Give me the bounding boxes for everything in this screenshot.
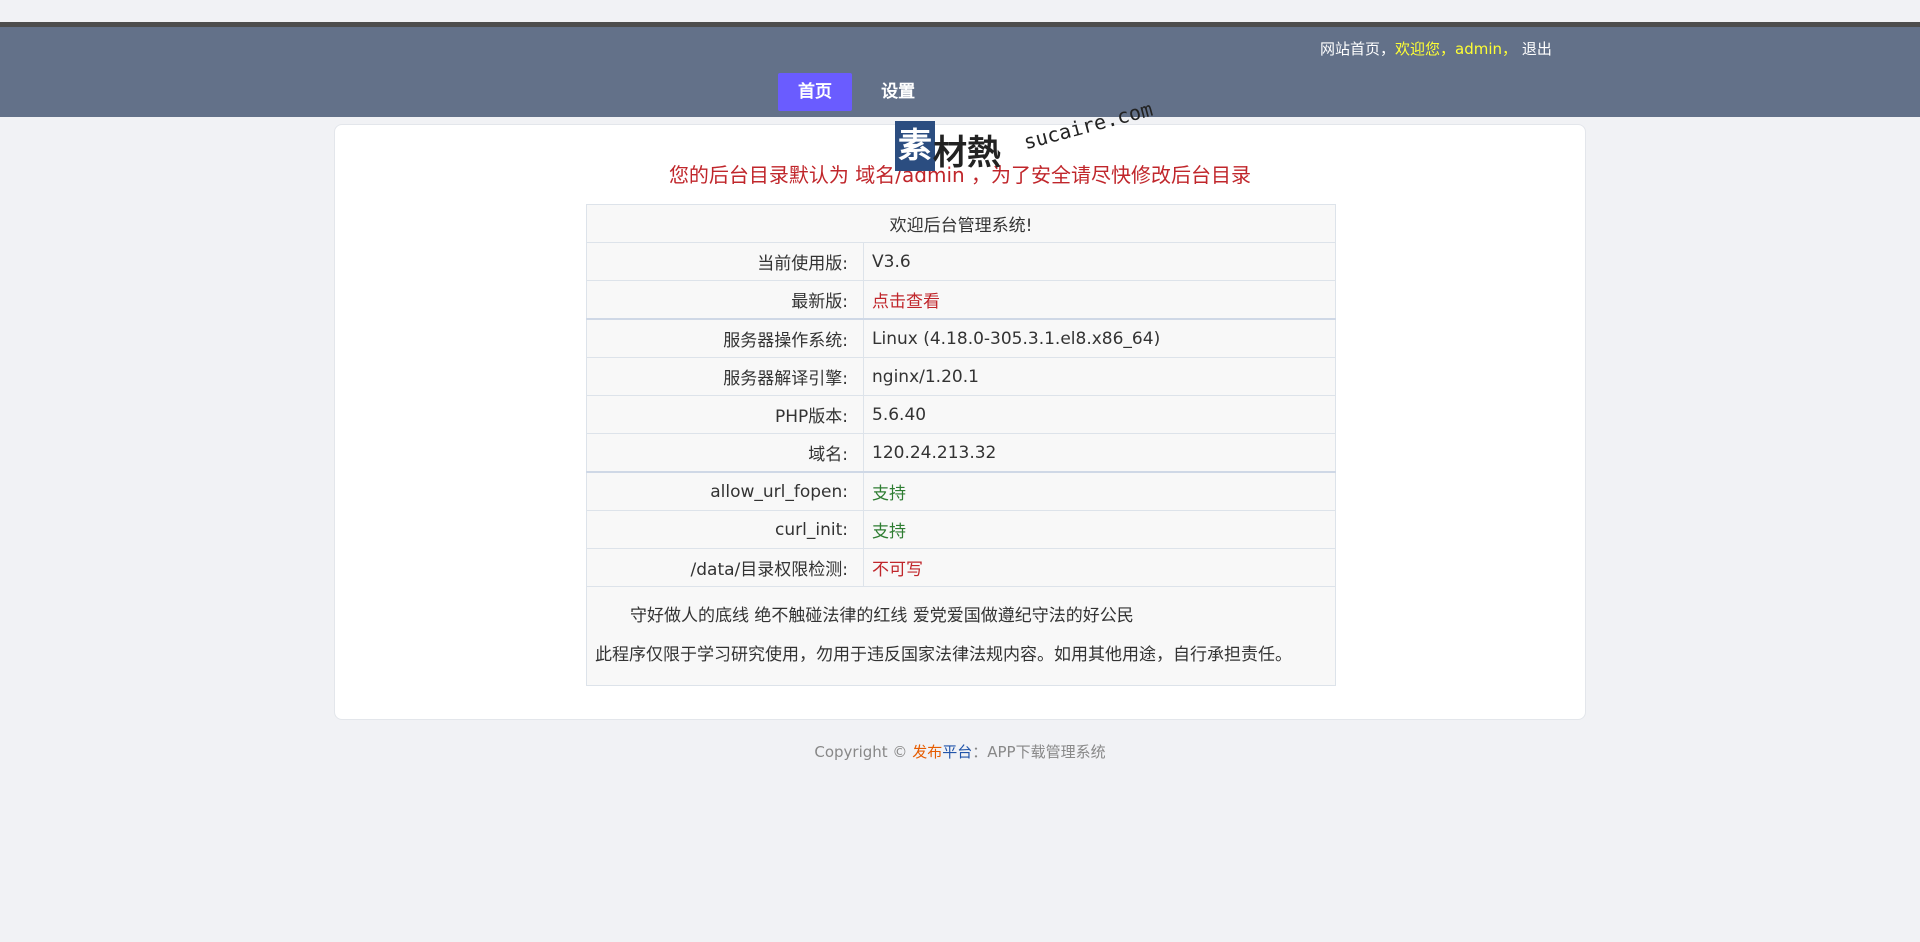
table-title: 欢迎后台管理系统! bbox=[586, 204, 1336, 243]
row-label: 最新版: bbox=[586, 280, 864, 320]
table-row: allow_url_fopen: 支持 bbox=[586, 471, 1336, 511]
row-label: 域名: bbox=[586, 433, 864, 473]
watermark-text: 材熱 bbox=[933, 133, 1001, 173]
nav-tab-home[interactable]: 首页 bbox=[778, 73, 852, 111]
top-links: 网站首页，欢迎您，admin， 退出 bbox=[1320, 38, 1552, 59]
row-label: 当前使用版: bbox=[586, 242, 864, 281]
row-label: allow_url_fopen: bbox=[586, 471, 864, 511]
header-bar: 网站首页，欢迎您，admin， 退出 首页 设置 bbox=[0, 27, 1920, 117]
check-latest-link[interactable]: 点击查看 bbox=[863, 280, 1336, 320]
table-row: curl_init: 支持 bbox=[586, 510, 1336, 549]
table-row: /data/目录权限检测: 不可写 bbox=[586, 548, 1336, 587]
row-value: 支持 bbox=[863, 510, 1336, 549]
row-value: 不可写 bbox=[863, 548, 1336, 587]
nav-tab-settings[interactable]: 设置 bbox=[861, 73, 935, 111]
table-row: PHP版本: 5.6.40 bbox=[586, 395, 1336, 434]
table-row: 当前使用版: V3.6 bbox=[586, 242, 1336, 281]
disclaimer-cell: 守好做人的底线 绝不触碰法律的红线 爱党爱国做遵纪守法的好公民 此程序仅限于学习… bbox=[586, 586, 1336, 686]
footer-system-name: ：APP下载管理系统 bbox=[972, 743, 1106, 761]
disclaimer-line-2: 此程序仅限于学习研究使用，勿用于违反国家法律法规内容。如用其他用途，自行承担责任… bbox=[595, 645, 1292, 665]
main-panel: 您的后台目录默认为 域名/admin ，为了安全请尽快修改后台目录 素 材熱 s… bbox=[334, 97, 1586, 720]
row-value: 120.24.213.32 bbox=[863, 433, 1336, 473]
logout-link[interactable]: 退出 bbox=[1522, 40, 1552, 58]
footer-brand-1: 发布 bbox=[912, 743, 943, 761]
row-value: 5.6.40 bbox=[863, 395, 1336, 434]
table-row: 欢迎后台管理系统! bbox=[586, 204, 1336, 243]
row-label: 服务器操作系统: bbox=[586, 318, 864, 358]
row-value: 支持 bbox=[863, 471, 1336, 511]
row-value: V3.6 bbox=[863, 242, 1336, 281]
table-row: 守好做人的底线 绝不触碰法律的红线 爱党爱国做遵纪守法的好公民 此程序仅限于学习… bbox=[586, 586, 1336, 686]
disclaimer-line-1: 守好做人的底线 绝不触碰法律的红线 爱党爱国做遵纪守法的好公民 bbox=[630, 606, 1134, 626]
watermark-mark: 素 bbox=[895, 121, 935, 171]
table-row: 最新版: 点击查看 bbox=[586, 280, 1336, 320]
row-label: 服务器解译引擎: bbox=[586, 357, 864, 396]
row-value: nginx/1.20.1 bbox=[863, 357, 1336, 396]
site-home-link[interactable]: 网站首页， bbox=[1320, 40, 1395, 58]
page-footer: Copyright © 发布平台：APP下载管理系统 bbox=[0, 741, 1920, 762]
table-row: 服务器解译引擎: nginx/1.20.1 bbox=[586, 357, 1336, 396]
main-nav: 首页 设置 bbox=[778, 73, 939, 111]
system-info-table: 欢迎后台管理系统! 当前使用版: V3.6 最新版: 点击查看 服务器操作系统:… bbox=[586, 204, 1336, 686]
row-value: Linux (4.18.0-305.3.1.el8.x86_64) bbox=[863, 318, 1336, 358]
row-label: /data/目录权限检测: bbox=[586, 548, 864, 587]
table-row: 服务器操作系统: Linux (4.18.0-305.3.1.el8.x86_6… bbox=[586, 318, 1336, 358]
watermark-logo: 素 材熱 sucaire.com bbox=[895, 97, 1155, 181]
row-label: PHP版本: bbox=[586, 395, 864, 434]
copyright-text: Copyright © bbox=[814, 743, 913, 761]
footer-brand-2: 平台 bbox=[942, 743, 973, 761]
table-row: 域名: 120.24.213.32 bbox=[586, 433, 1336, 473]
welcome-user-text: 欢迎您，admin， bbox=[1395, 40, 1518, 58]
row-label: curl_init: bbox=[586, 510, 864, 549]
